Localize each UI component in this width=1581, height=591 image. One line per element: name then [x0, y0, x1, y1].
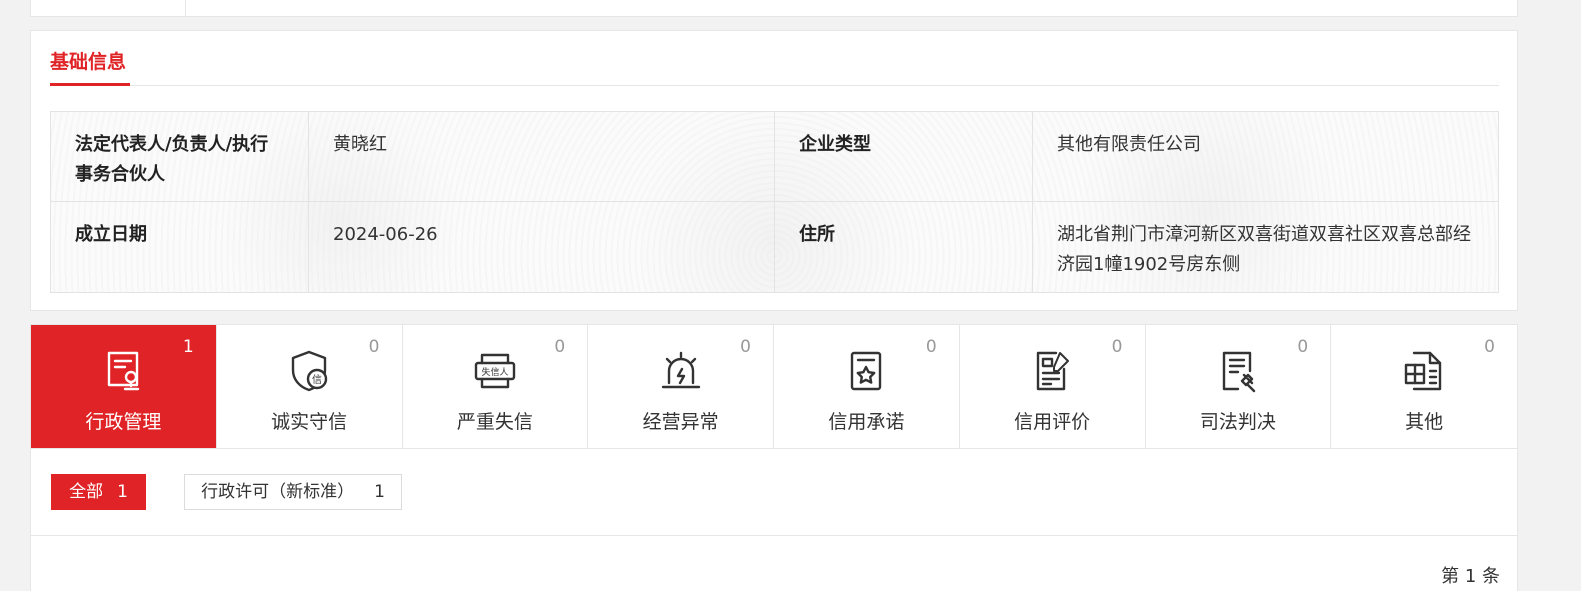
top-panel-divider: [185, 0, 186, 16]
tab-label: 司法判决: [1199, 411, 1276, 433]
gavel-document-icon: [1222, 351, 1256, 393]
address-value: 湖北省荆门市漳河新区双喜街道双喜社区双喜总部经济园1幢1902号房东侧: [1057, 224, 1471, 275]
tab-count-badge: 0: [554, 337, 566, 357]
tab-label: 诚实守信: [271, 411, 348, 433]
record-index: 第 1 条: [1441, 566, 1500, 587]
tab-label: 经营异常: [642, 411, 719, 433]
content-divider: [31, 535, 1517, 536]
basic-info-panel: 基础信息 法定代表人/负责人/执行事务合伙人 黄晓红 企业类型 其他有限责任公司…: [30, 30, 1518, 311]
other-documents-icon: [1404, 351, 1442, 391]
tab-honesty[interactable]: 0 信 诚实守信: [217, 325, 403, 448]
filter-admin-permit-button[interactable]: 行政许可（新标准） 1: [184, 474, 402, 510]
category-tabs: 1 行政管理 0 信 诚实守信 0 失信人 严重失信 0 经营异常 0 信用承诺…: [30, 324, 1518, 449]
legal-representative-label: 法定代表人/负责人/执行事务合伙人: [51, 112, 309, 201]
filter-all-count: 1: [117, 482, 128, 502]
info-row: 法定代表人/负责人/执行事务合伙人 黄晓红 企业类型 其他有限责任公司: [51, 112, 1498, 202]
enterprise-type-value: 其他有限责任公司: [1057, 134, 1201, 155]
tab-count-badge: 0: [1111, 337, 1123, 357]
top-panel: [30, 0, 1518, 17]
establishment-date-value: 2024-06-26: [309, 202, 775, 292]
tab-label: 信用评价: [1014, 411, 1091, 433]
address-label: 住所: [775, 202, 1033, 292]
info-row: 成立日期 2024-06-26 住所 湖北省荆门市漳河新区双喜街道双喜社区双喜总…: [51, 202, 1498, 292]
star-document-icon: [851, 351, 882, 391]
shield-credit-icon: 信: [291, 350, 328, 392]
tab-count-badge: 1: [182, 337, 194, 357]
svg-text:信: 信: [312, 374, 322, 386]
legal-representative-value: 黄晓红: [309, 112, 775, 201]
section-title-underline: [50, 83, 130, 86]
tab-label: 信用承诺: [828, 411, 905, 433]
tab-business-abnormal[interactable]: 0 经营异常: [588, 325, 774, 448]
filter-all-button[interactable]: 全部 1: [51, 474, 146, 510]
svg-text:失信人: 失信人: [481, 366, 508, 378]
tab-count-badge: 0: [368, 337, 380, 357]
tab-judicial-decision[interactable]: 0 司法判决: [1146, 325, 1332, 448]
tab-other[interactable]: 0 其他: [1331, 325, 1517, 448]
filter-permit-count: 1: [374, 482, 385, 502]
filter-permit-label: 行政许可（新标准）: [201, 482, 355, 502]
records-panel: 全部 1 行政许可（新标准） 1 第 1 条: [30, 449, 1518, 591]
basic-info-table: 法定代表人/负责人/执行事务合伙人 黄晓红 企业类型 其他有限责任公司 成立日期…: [50, 111, 1499, 293]
tab-serious-dishonesty[interactable]: 0 失信人 严重失信: [403, 325, 589, 448]
tab-label: 严重失信: [456, 411, 533, 433]
enterprise-type-label: 企业类型: [775, 112, 1033, 201]
section-rule: [50, 85, 1499, 86]
tab-credit-evaluation[interactable]: 0 信用评价: [960, 325, 1146, 448]
document-stamp-icon: [108, 351, 140, 391]
tab-label: 行政管理: [85, 411, 162, 433]
tab-credit-commitment[interactable]: 0 信用承诺: [774, 325, 960, 448]
tab-count-badge: 0: [740, 337, 751, 357]
evaluation-pen-icon: [1036, 351, 1070, 391]
filter-all-label: 全部: [69, 482, 104, 502]
tab-count-badge: 0: [1484, 337, 1495, 357]
tab-label: 其他: [1405, 411, 1444, 433]
dishonest-person-icon: 失信人: [474, 353, 516, 389]
section-title[interactable]: 基础信息: [50, 47, 126, 74]
establishment-date-label: 成立日期: [51, 202, 309, 292]
tab-count-badge: 0: [1297, 337, 1309, 357]
alarm-light-icon: [661, 351, 700, 389]
tab-administrative-management[interactable]: 1 行政管理: [31, 325, 217, 448]
tab-count-badge: 0: [925, 337, 937, 357]
